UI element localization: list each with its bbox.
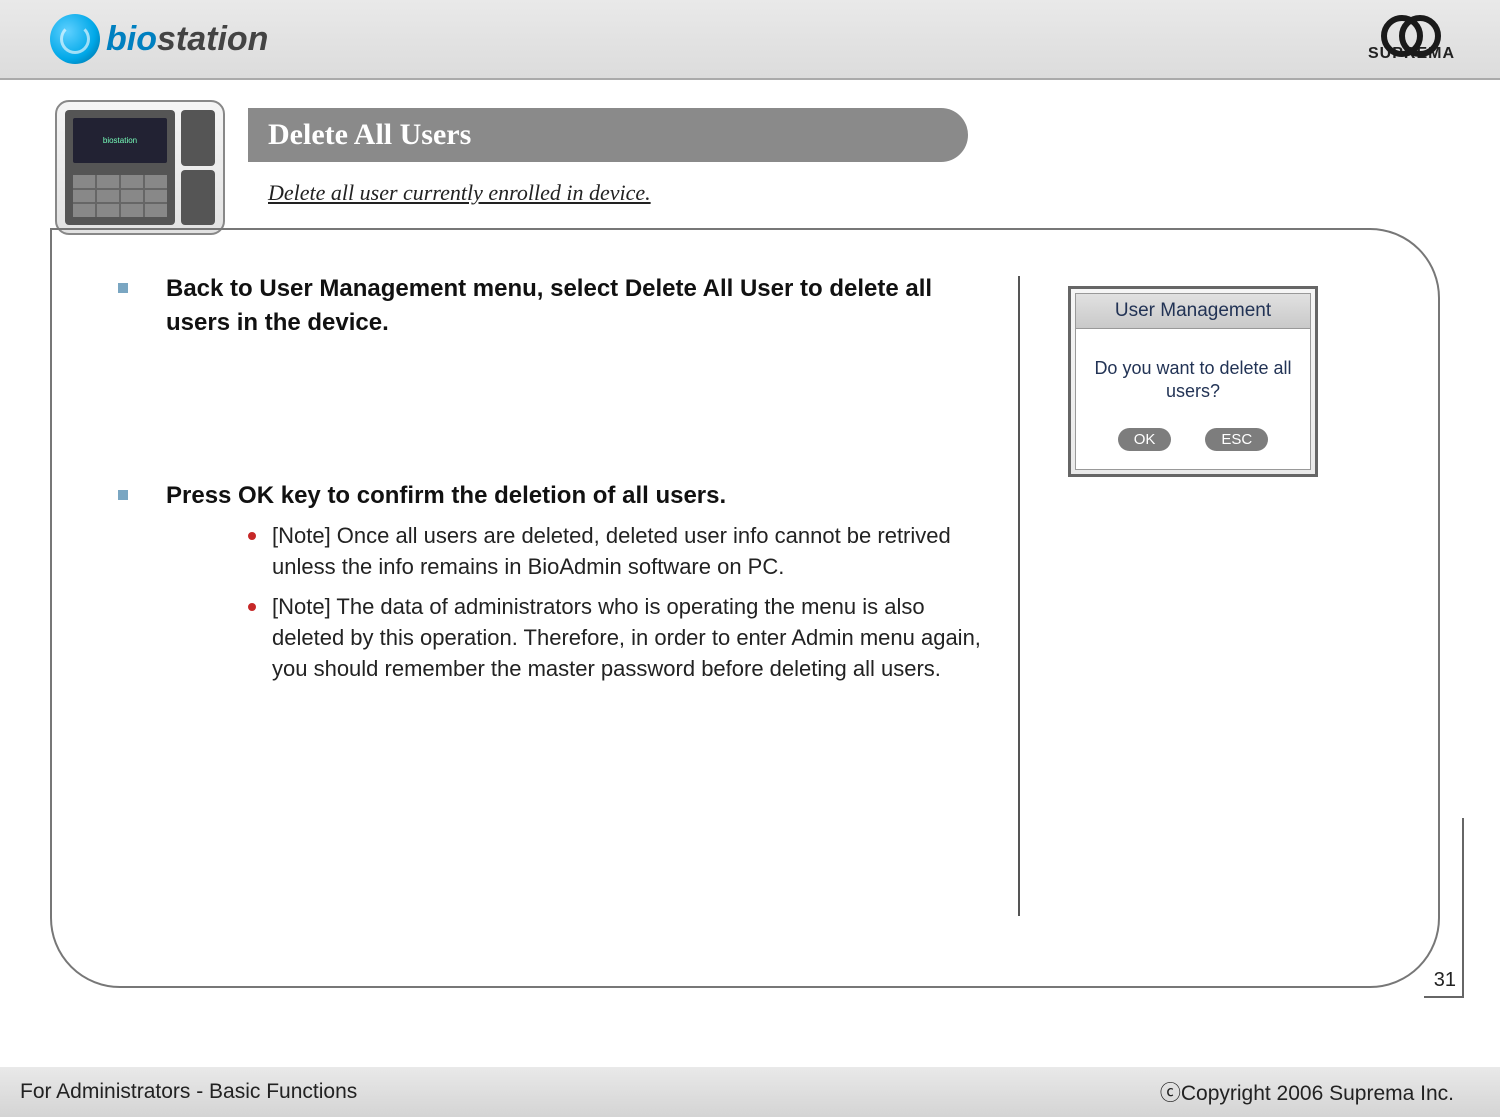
logo-left-text: biostation [106, 20, 268, 59]
content-right: User Management Do you want to delete al… [1020, 272, 1408, 956]
square-bullet-icon [118, 283, 128, 293]
content-left: Back to User Management menu, select Del… [118, 272, 1018, 956]
esc-button[interactable]: ESC [1205, 428, 1268, 451]
page-number: 31 [1434, 969, 1456, 992]
sub-bullet-1: [Note] Once all users are deleted, delet… [248, 521, 998, 583]
logo-biostation: biostation [50, 14, 268, 64]
page-header: biostation SUPREMA [0, 0, 1500, 80]
section-subtitle: Delete all user currently enrolled in de… [268, 180, 651, 206]
section-title: Delete All Users [248, 108, 968, 162]
bullet-2-text: Press OK key to confirm the deletion of … [166, 479, 726, 513]
page-number-vert-line [1462, 818, 1464, 998]
device-screen-mock: User Management Do you want to delete al… [1068, 286, 1318, 477]
logo-suprema: SUPREMA [1368, 15, 1455, 63]
device-screen-message: Do you want to delete all users? [1086, 357, 1300, 404]
sub-bullet-list: [Note] Once all users are deleted, delet… [248, 521, 998, 685]
device-thumbnail: biostation [55, 100, 225, 235]
page-footer: For Administrators - Basic Functions ⓒCo… [0, 1067, 1500, 1117]
device-screen-title: User Management [1075, 293, 1311, 329]
bullet-1: Back to User Management menu, select Del… [118, 272, 998, 339]
section-title-text: Delete All Users [268, 118, 471, 152]
bullet-2: Press OK key to confirm the deletion of … [118, 479, 998, 685]
ok-button[interactable]: OK [1118, 428, 1172, 451]
infinity-icon [1381, 15, 1441, 45]
footer-left: For Administrators - Basic Functions [20, 1080, 357, 1104]
square-bullet-icon [118, 490, 128, 500]
sub-bullet-2: [Note] The data of administrators who is… [248, 592, 998, 684]
content-card: Back to User Management menu, select Del… [50, 228, 1440, 988]
swirl-icon [50, 14, 100, 64]
bullet-1-text: Back to User Management menu, select Del… [166, 272, 998, 339]
footer-right: ⓒCopyright 2006 Suprema Inc. [1160, 1077, 1454, 1107]
page-body: biostation Delete All Users Delete all u… [0, 80, 1500, 1050]
page-number-line [1424, 996, 1464, 998]
